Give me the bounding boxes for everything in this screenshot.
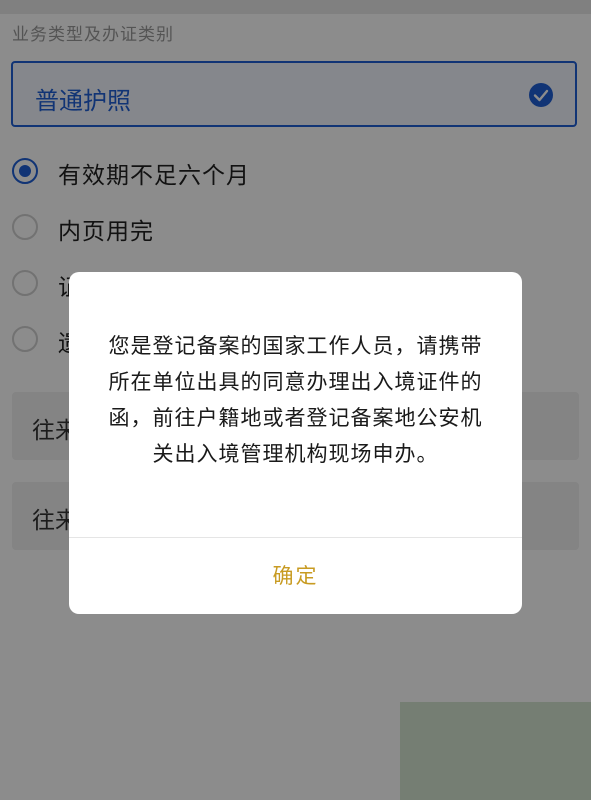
notice-dialog: 您是登记备案的国家工作人员，请携带所在单位出具的同意办理出入境证件的函，前往户籍… xyxy=(69,272,522,614)
confirm-button[interactable]: 确定 xyxy=(69,538,522,614)
dialog-message: 您是登记备案的国家工作人员，请携带所在单位出具的同意办理出入境证件的函，前往户籍… xyxy=(108,334,483,466)
